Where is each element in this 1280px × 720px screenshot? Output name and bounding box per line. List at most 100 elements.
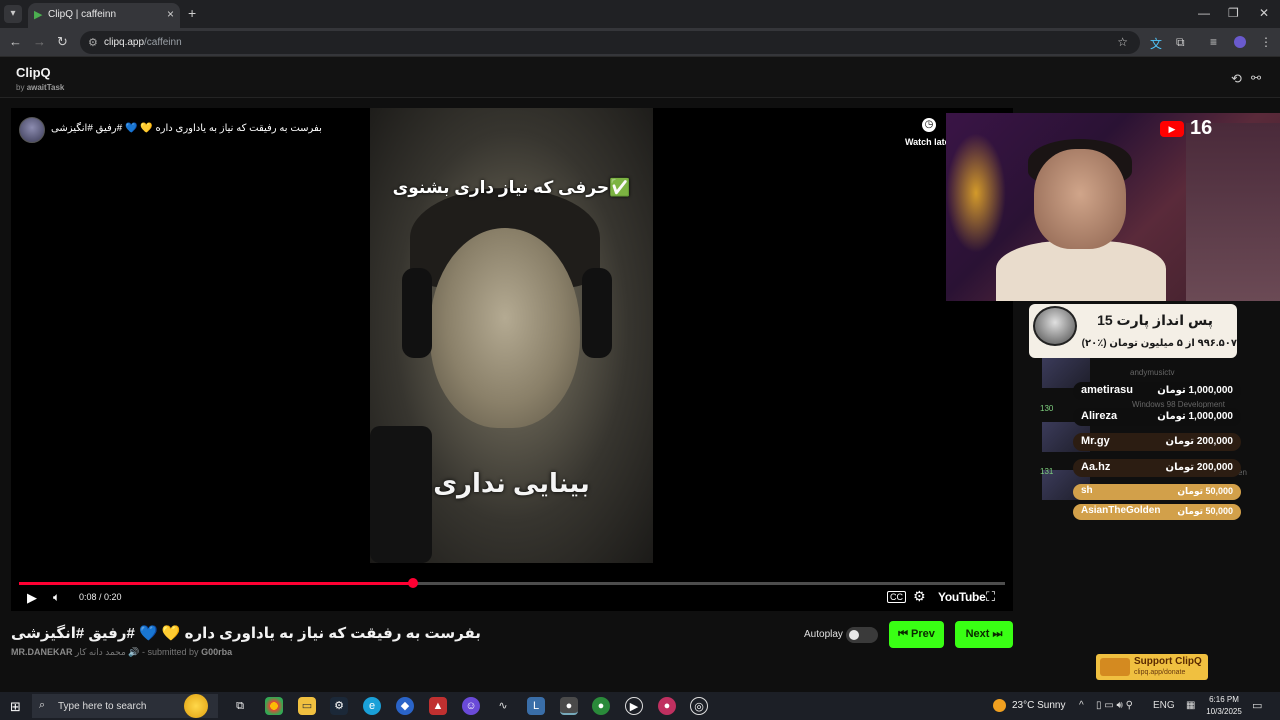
clip-meta: MR.DANEKAR محمد دانه کار 🔊 - submitted b… (11, 647, 232, 658)
profile-avatar[interactable] (1234, 36, 1246, 48)
media-player-icon[interactable]: ▶ (625, 697, 643, 715)
prev-button[interactable]: ⏮ Prev (889, 621, 944, 648)
reload-icon[interactable]: ↻ (57, 34, 68, 50)
volume-icon[interactable]: 🔈︎ (53, 590, 60, 605)
donation-item: Mr.gy 200,000 تومان (1073, 433, 1241, 451)
donation-amount: 1,000,000 تومان (1157, 385, 1233, 396)
steam-icon[interactable]: ⚙ (330, 697, 348, 715)
translate-extension-icon[interactable]: 文 (1150, 35, 1162, 52)
edge-icon[interactable]: e (363, 697, 381, 715)
donation-item: Alireza 1,000,000 تومان (1073, 408, 1241, 426)
clock-date[interactable]: 10/3/2025 (1202, 707, 1246, 716)
fullscreen-icon[interactable]: ⛶ (986, 589, 995, 605)
play-icon[interactable]: ▶ (27, 590, 37, 606)
browser-tab[interactable]: ▶ ClipQ | caffeinn × (28, 3, 180, 28)
support-icon (1100, 658, 1130, 676)
video-title-overlay[interactable]: بفرست به رفیقت که نیاز به یاداوری داره 💛… (51, 123, 322, 134)
support-clipq-banner[interactable]: Support ClipQ clipq.app/donate (1096, 654, 1208, 680)
tray-icon[interactable]: ▦ (1186, 700, 1195, 711)
channel-avatar[interactable] (19, 117, 45, 143)
video-frame: ✅حرفی که نیاز داری بشنوی بینایی نداری (370, 108, 653, 563)
notifications-icon[interactable]: ▭ (1252, 699, 1262, 712)
tab-search-icon[interactable]: ▾ (4, 5, 22, 23)
browser-toolbar: ← → ↻ ⚙ clipq.app/caffeinn ☆ 文 ⧉ ≡ ⋮ (0, 28, 1280, 57)
browser-tab-strip: ▾ ▶ ClipQ | caffeinn × + — ❐ ✕ (0, 0, 1280, 28)
forward-icon[interactable]: → (33, 34, 46, 49)
tray-icons[interactable]: ▯ ▭ 🔊︎ ⚲ (1096, 700, 1133, 711)
chrome-active-icon[interactable]: ● (560, 697, 578, 715)
next-label: Next (965, 628, 990, 640)
youtube-logo[interactable]: YouTube (938, 590, 986, 604)
savings-goal-card: پس انداز پارت 15 ۹۹۶.۵۰۷ از ۵ میلیون توم… (1029, 304, 1237, 358)
app-icon[interactable]: ◆ (396, 697, 414, 715)
app-icon[interactable]: ▲ (429, 697, 447, 715)
clock-time[interactable]: 6:16 PM (1206, 695, 1242, 704)
back-icon[interactable]: ← (9, 34, 22, 49)
gear-icon[interactable]: ⚙ (913, 588, 926, 605)
captions-icon[interactable]: CC (887, 591, 906, 603)
collectibles-shelf (1186, 123, 1280, 301)
donor-name: Alireza (1081, 410, 1118, 422)
file-explorer-icon[interactable]: ▭ (298, 697, 316, 715)
watch-later-label[interactable]: Watch late (905, 137, 950, 147)
app-icon[interactable]: ● (658, 697, 676, 715)
menu-kebab-icon[interactable]: ⋮ (1260, 35, 1272, 49)
audio-wave-icon[interactable]: ∿ (494, 697, 512, 715)
channel-extra: محمد دانه کار 🔊 (75, 647, 140, 657)
taskbar-search[interactable]: ⌕ Type here to search (32, 694, 218, 718)
donation-amount: 200,000 تومان (1165, 462, 1233, 473)
video-player[interactable]: ✅حرفی که نیاز داری بشنوی بینایی نداری بف… (11, 108, 1013, 611)
channel-name[interactable]: MR.DANEKAR (11, 647, 73, 657)
streamer-head (1034, 149, 1126, 249)
progress-fill (19, 582, 414, 585)
support-title: Support ClipQ (1134, 656, 1202, 667)
chat-index: 130 (1040, 404, 1054, 413)
close-tab-icon[interactable]: × (167, 7, 174, 21)
language-indicator[interactable]: ENG (1153, 700, 1175, 711)
youtube-icon: ▶ (1160, 121, 1184, 137)
lamp-glow (946, 133, 1006, 253)
donor-name: ametirasu (1081, 384, 1133, 396)
chat-ghost-text: andymusictv (1130, 368, 1175, 377)
task-view-icon[interactable]: ⧉ (231, 697, 249, 715)
chrome-icon[interactable] (265, 697, 283, 715)
tray-overflow-icon[interactable]: ^ (1079, 700, 1084, 711)
settings-sliders-icon[interactable]: ⚯ (1251, 71, 1261, 85)
headphone-right (582, 268, 612, 358)
minimize-icon[interactable]: — (1198, 6, 1210, 20)
media-controls-icon[interactable]: ≡ (1210, 35, 1217, 49)
app-icon[interactable]: L (527, 697, 545, 715)
app-icon[interactable]: ◎ (690, 697, 708, 715)
bookmark-star-icon[interactable]: ☆ (1117, 35, 1128, 49)
weather-sun-icon[interactable] (993, 699, 1006, 712)
site-info-icon[interactable]: ⚙ (88, 36, 98, 49)
donor-name: sh (1081, 485, 1093, 496)
viewer-count: 16 (1190, 117, 1213, 139)
autoplay-toggle[interactable] (846, 627, 878, 643)
headphone-left (402, 268, 432, 358)
savings-title: پس انداز پارت 15 (1097, 312, 1213, 328)
history-icon[interactable]: ⟲ (1231, 71, 1242, 87)
close-window-icon[interactable]: ✕ (1259, 6, 1269, 20)
watch-later-icon[interactable]: ◷ (922, 118, 936, 132)
donation-amount: 200,000 تومان (1165, 436, 1233, 447)
progress-bar[interactable] (19, 578, 1005, 588)
donation-item: ametirasu 1,000,000 تومان (1073, 382, 1241, 400)
donor-name: AsianTheGolden (1081, 505, 1161, 516)
app-icon[interactable]: ● (592, 697, 610, 715)
next-button[interactable]: Next ⏭ (955, 621, 1013, 648)
extensions-puzzle-icon[interactable]: ⧉ (1176, 35, 1185, 50)
prev-label: Prev (911, 628, 935, 640)
url-text: clipq.app/caffeinn (104, 37, 182, 48)
weather-text[interactable]: 23°C Sunny (1012, 700, 1065, 711)
progress-scrubber[interactable] (408, 578, 419, 588)
restore-icon[interactable]: ❐ (1228, 6, 1239, 20)
discord-icon[interactable]: ☺ (462, 697, 480, 715)
submitter-name[interactable]: G00rba (201, 647, 232, 657)
windows-start-icon[interactable]: ⊞ (10, 699, 21, 715)
app-title: ClipQ (16, 65, 51, 80)
donor-name: Mr.gy (1081, 435, 1110, 447)
new-tab-icon[interactable]: + (188, 5, 196, 21)
address-bar[interactable]: ⚙ clipq.app/caffeinn ☆ (80, 31, 1140, 54)
app-header: ClipQ by awaitTask ⟲ ⚯ (0, 57, 1280, 98)
